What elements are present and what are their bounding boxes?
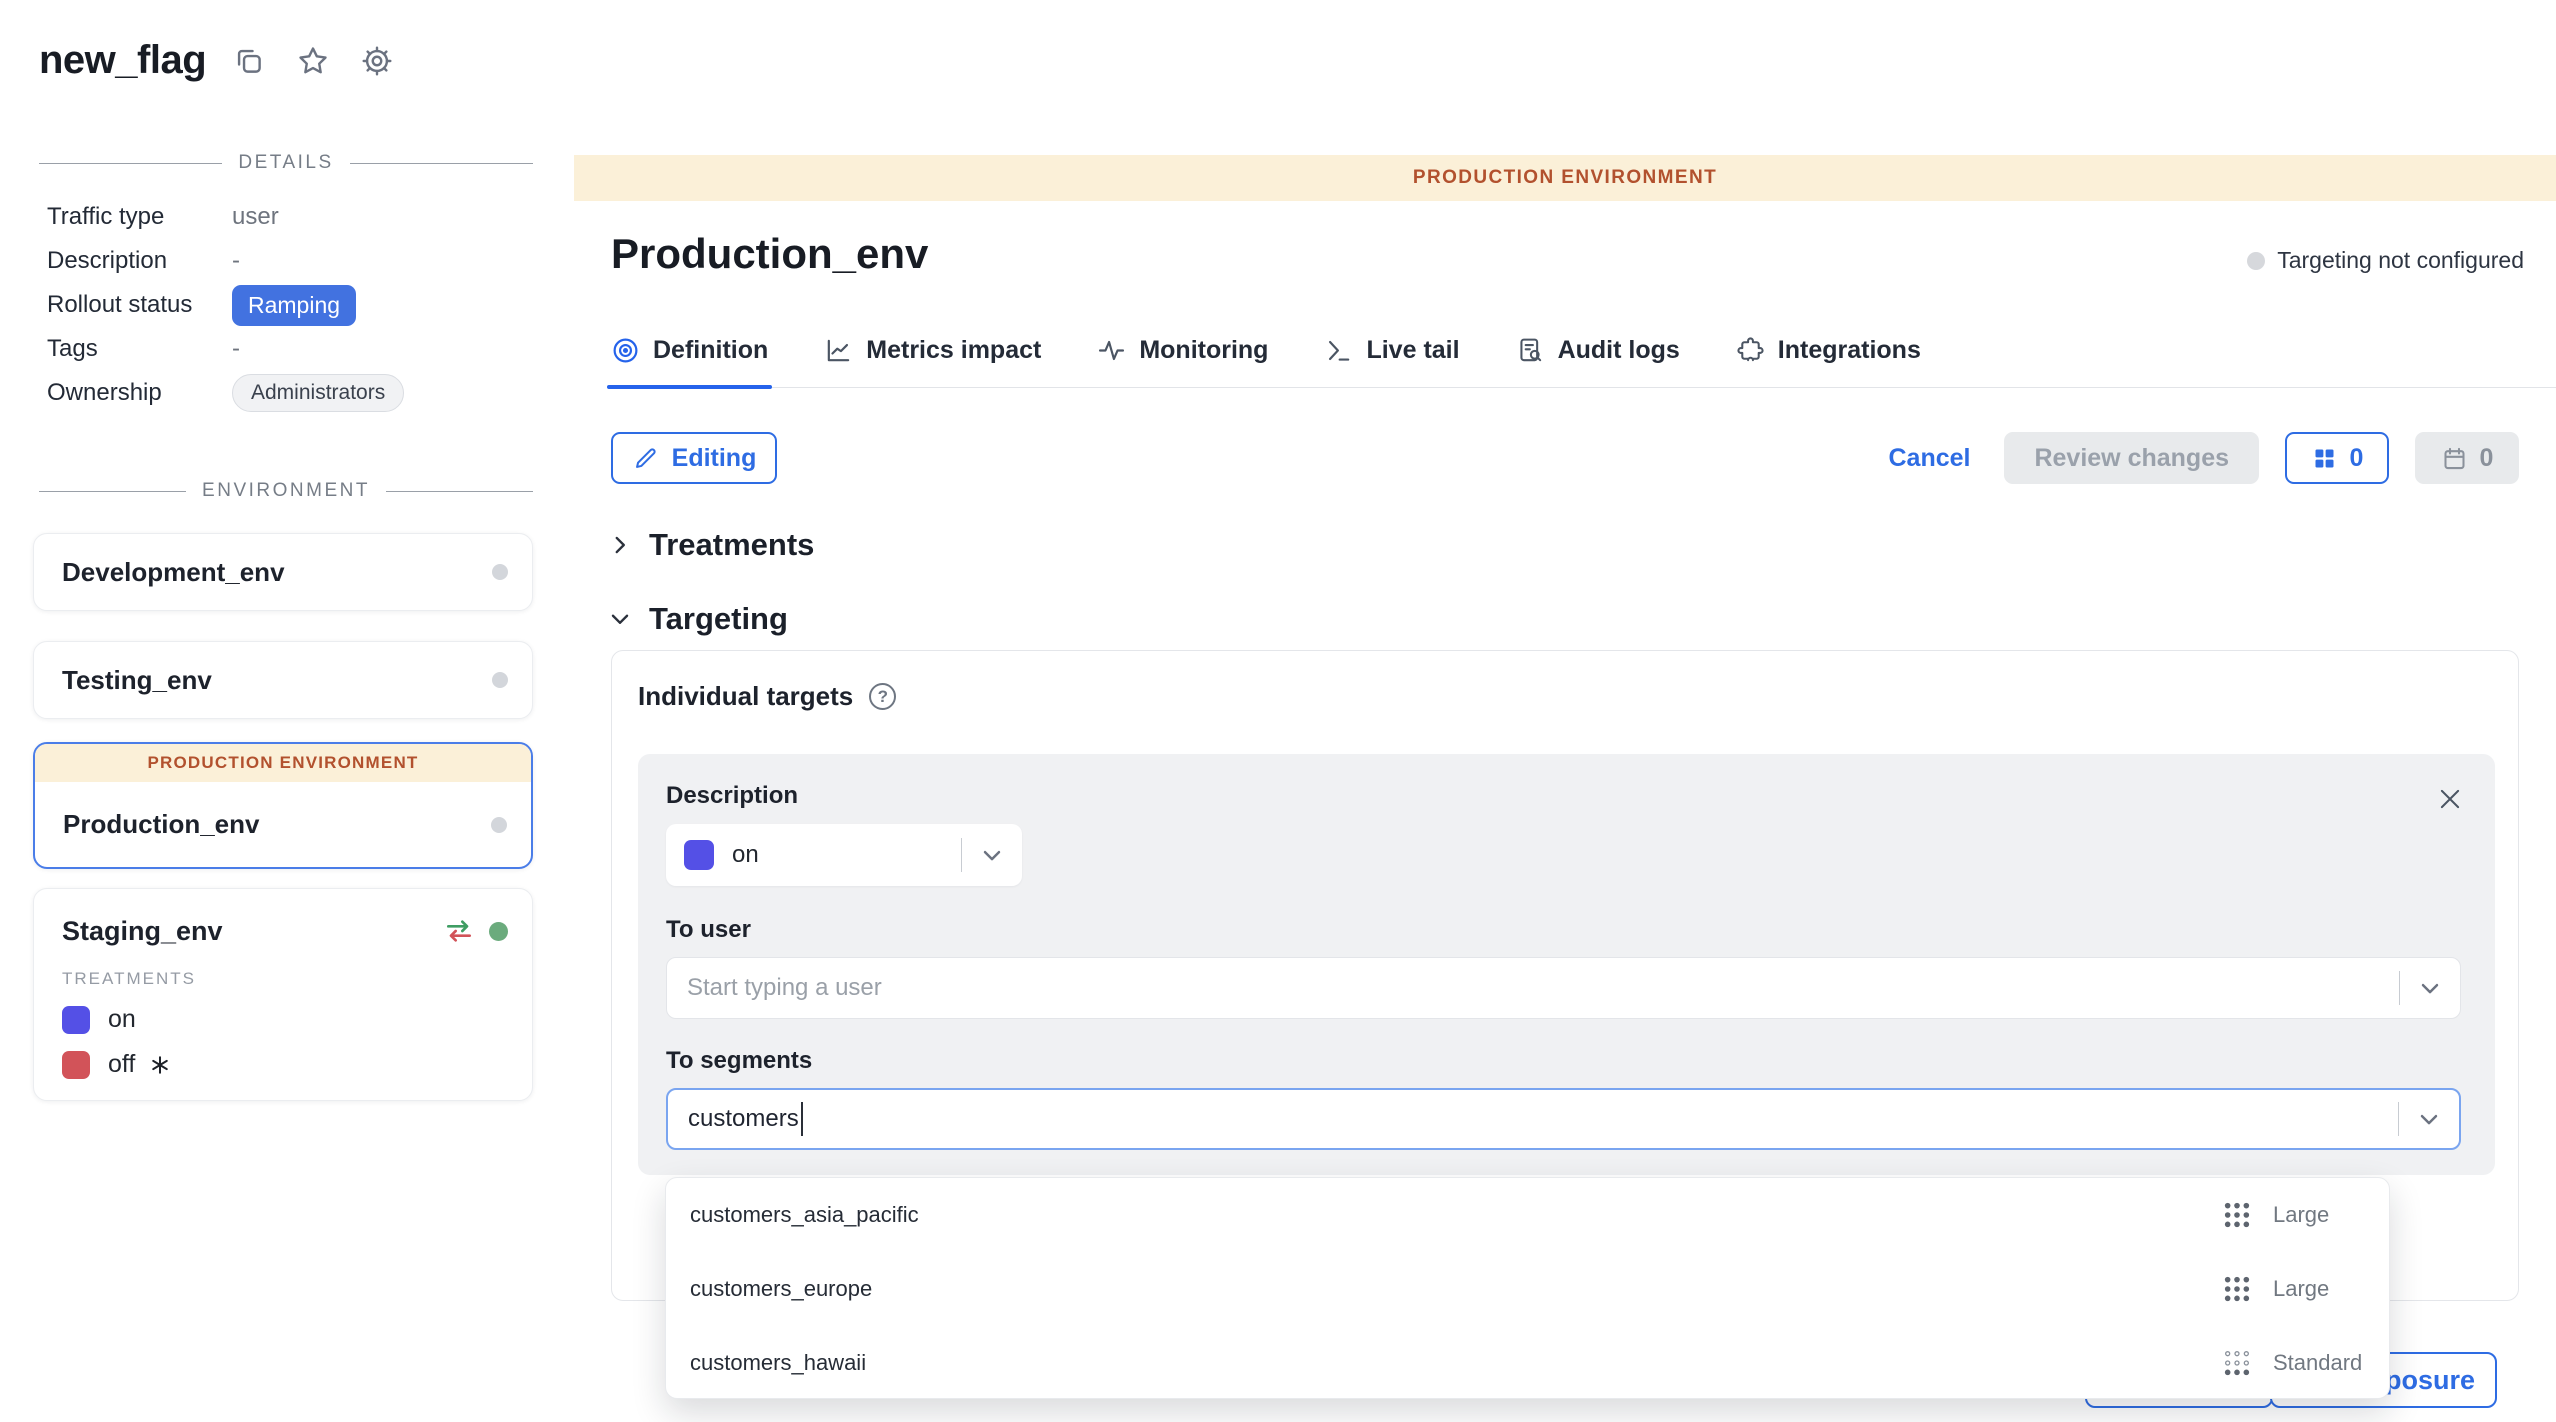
- individual-targets-heading: Individual targets: [638, 681, 853, 712]
- to-segments-input[interactable]: customers: [666, 1088, 2461, 1150]
- env-status-dot: [492, 564, 508, 580]
- details-heading: DETAILS: [238, 152, 333, 174]
- to-user-input[interactable]: [687, 974, 2399, 1002]
- detail-row-ownership: Ownership Administrators: [47, 371, 533, 415]
- segment-option-hawaii[interactable]: customers_hawaii Standard: [666, 1326, 2389, 1399]
- edit-toolbar: Editing Cancel Review changes 0 0: [611, 432, 2519, 484]
- chevron-down-icon[interactable]: [2416, 974, 2444, 1002]
- details-divider: DETAILS: [39, 152, 533, 174]
- tab-monitoring[interactable]: Monitoring: [1097, 336, 1268, 387]
- production-environment-banner: PRODUCTION ENVIRONMENT: [35, 744, 531, 782]
- treatments-heading: TREATMENTS: [62, 969, 508, 989]
- env-card-staging[interactable]: Staging_env TREATMENTS on off: [33, 888, 533, 1101]
- chevron-down-icon[interactable]: [2415, 1105, 2443, 1133]
- description-label: Description: [666, 782, 2461, 810]
- tab-metrics-impact[interactable]: Metrics impact: [824, 336, 1041, 387]
- swap-arrows-icon: [443, 915, 475, 947]
- chevron-down-icon[interactable]: [978, 841, 1006, 869]
- segment-size-standard-icon: [2221, 1347, 2253, 1379]
- details-list: Traffic type user Description - Rollout …: [47, 195, 533, 415]
- rollout-status-badge: Ramping: [232, 285, 356, 326]
- to-segments-value: customers: [688, 1105, 799, 1133]
- targeting-section-header[interactable]: Targeting: [607, 601, 788, 637]
- treatment-color-swatch: [684, 840, 714, 870]
- calendar-icon: [2441, 445, 2468, 472]
- help-icon[interactable]: [869, 683, 896, 710]
- chevron-right-icon: [607, 532, 633, 558]
- production-environment-banner: PRODUCTION ENVIRONMENT: [574, 155, 2556, 201]
- feature-flag-page: new_flag DETAILS Traffic type user Descr…: [0, 0, 2556, 1422]
- tab-bar: Definition Metrics impact Monitoring Liv…: [611, 336, 2556, 388]
- pulse-icon: [1097, 336, 1126, 365]
- tab-integrations[interactable]: Integrations: [1736, 336, 1921, 387]
- env-card-testing[interactable]: Testing_env: [33, 641, 533, 719]
- tab-live-tail[interactable]: Live tail: [1324, 336, 1459, 387]
- individual-target-rule-card: Description on To user: [638, 754, 2495, 1175]
- segment-size-large-icon: [2221, 1199, 2253, 1231]
- editing-button[interactable]: Editing: [611, 432, 777, 484]
- schedule-counter-button[interactable]: 0: [2415, 432, 2519, 484]
- changes-counter-button[interactable]: 0: [2285, 432, 2389, 484]
- env-status-dot: [492, 672, 508, 688]
- env-card-development[interactable]: Development_env: [33, 533, 533, 611]
- grid-icon: [2311, 445, 2338, 472]
- chevron-down-icon: [607, 606, 633, 632]
- ownership-chip[interactable]: Administrators: [232, 374, 404, 412]
- targeting-status: Targeting not configured: [2247, 247, 2524, 274]
- page-title: Production_env: [611, 230, 928, 278]
- detail-row-rollout-status: Rollout status Ramping: [47, 283, 533, 327]
- sidebar: new_flag DETAILS Traffic type user Descr…: [0, 0, 574, 1422]
- segment-option-asia-pacific[interactable]: customers_asia_pacific Large: [666, 1178, 2389, 1252]
- chart-icon: [824, 336, 853, 365]
- treatments-section-header[interactable]: Treatments: [607, 527, 814, 563]
- text-caret: [801, 1102, 803, 1136]
- segment-size-large-icon: [2221, 1273, 2253, 1305]
- tab-audit-logs[interactable]: Audit logs: [1516, 336, 1680, 387]
- treatment-on-swatch: [62, 1006, 90, 1034]
- treatment-select-value: on: [732, 841, 961, 869]
- treatment-on: on: [62, 1005, 508, 1034]
- close-icon[interactable]: [2435, 784, 2465, 814]
- env-status-dot-active: [489, 922, 508, 941]
- audit-log-icon: [1516, 336, 1545, 365]
- tab-definition[interactable]: Definition: [611, 336, 768, 387]
- default-treatment-icon: [149, 1054, 171, 1076]
- target-icon: [611, 336, 640, 365]
- flag-name: new_flag: [39, 38, 206, 83]
- treatment-select[interactable]: on: [666, 824, 1022, 886]
- env-status-dot: [491, 817, 507, 833]
- terminal-icon: [1324, 336, 1353, 365]
- to-user-input-wrap: [666, 957, 2461, 1019]
- detail-row-traffic-type: Traffic type user: [47, 195, 533, 239]
- cancel-link[interactable]: Cancel: [1888, 444, 1970, 473]
- review-changes-button[interactable]: Review changes: [2004, 432, 2259, 484]
- segment-option-europe[interactable]: customers_europe Large: [666, 1252, 2389, 1326]
- targeting-status-label: Targeting not configured: [2277, 247, 2524, 274]
- environment-heading: ENVIRONMENT: [202, 480, 370, 502]
- puzzle-icon: [1736, 336, 1765, 365]
- status-dot-icon: [2247, 252, 2265, 270]
- env-card-production[interactable]: PRODUCTION ENVIRONMENT Production_env: [33, 742, 533, 869]
- segment-suggestions-menu: customers_asia_pacific Large customers_e…: [665, 1177, 2390, 1399]
- treatment-off: off: [62, 1050, 508, 1079]
- star-icon[interactable]: [296, 44, 330, 78]
- detail-row-tags: Tags -: [47, 327, 533, 371]
- gear-icon[interactable]: [360, 44, 394, 78]
- environment-divider: ENVIRONMENT: [39, 480, 533, 502]
- to-segments-label: To segments: [666, 1047, 2461, 1075]
- pencil-icon: [632, 445, 659, 472]
- treatment-off-swatch: [62, 1051, 90, 1079]
- to-user-label: To user: [666, 916, 2461, 944]
- copy-icon[interactable]: [232, 44, 266, 78]
- detail-row-description: Description -: [47, 239, 533, 283]
